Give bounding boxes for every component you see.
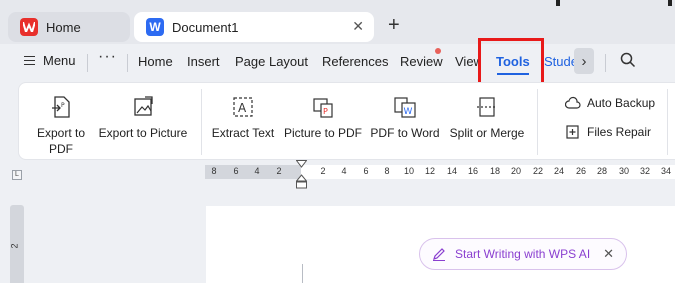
writer-logo-icon: W	[146, 18, 164, 36]
menu-button-label: Menu	[43, 53, 76, 68]
menu-item-insert[interactable]: Insert	[187, 54, 220, 69]
close-icon[interactable]: ✕	[603, 246, 614, 262]
split-merge-label: Split or Merge	[449, 126, 525, 140]
menu-item-references[interactable]: References	[322, 54, 388, 69]
ruler-tick: 6	[233, 166, 239, 176]
wps-ai-prompt[interactable]: Start Writing with WPS AI ✕	[419, 238, 627, 270]
tab-document[interactable]: W Document1 ✕	[134, 12, 374, 42]
tab-home-label: Home	[46, 19, 81, 35]
tab-bar: Home W Document1 ✕ +	[0, 0, 675, 44]
review-notification-badge	[435, 48, 441, 54]
picture-to-pdf-icon: P	[312, 95, 334, 119]
ruler-tick: 10	[403, 166, 414, 176]
ruler-tick: 14	[446, 166, 457, 176]
picture-to-pdf-label: Picture to PDF	[283, 126, 363, 140]
ruler-tick: 30	[618, 166, 629, 176]
ruler-tick: 2	[320, 166, 326, 176]
files-repair-icon	[566, 125, 579, 139]
svg-text:W: W	[404, 107, 413, 117]
menu-button[interactable]: Menu	[24, 53, 76, 68]
export-picture-label: Export to Picture	[98, 126, 188, 140]
new-tab-button[interactable]: +	[388, 14, 400, 37]
files-repair-label: Files Repair	[587, 125, 652, 139]
divider	[667, 89, 668, 155]
ruler-tick: 34	[660, 166, 671, 176]
divider	[87, 54, 88, 72]
ruler-tick: 4	[254, 166, 260, 176]
ruler-tick: 18	[489, 166, 500, 176]
ruler-tick: 4	[341, 166, 347, 176]
window-edge-mark	[668, 0, 672, 6]
split-or-merge-button[interactable]: Split or Merge	[447, 83, 527, 141]
tab-home[interactable]: Home	[8, 12, 130, 42]
split-merge-icon	[476, 95, 498, 119]
ruler-tick: 32	[639, 166, 650, 176]
extract-text-button[interactable]: A Extract Text	[211, 83, 275, 141]
ruler-tick: 2	[276, 166, 282, 176]
export-picture-icon	[132, 95, 154, 119]
divider	[201, 89, 202, 155]
more-options-icon[interactable]: ···	[98, 48, 117, 66]
vertical-ruler[interactable]: 2	[10, 205, 24, 283]
divider	[605, 54, 606, 72]
export-pdf-label-line1: Export to	[36, 126, 86, 140]
pdf-to-word-button[interactable]: W PDF to Word	[369, 83, 441, 141]
wps-ai-prompt-text: Start Writing with WPS AI	[455, 247, 591, 261]
export-to-pdf-button[interactable]: P Export to PDF	[33, 83, 89, 157]
hamburger-icon	[24, 56, 35, 65]
export-pdf-label-line2: PDF	[49, 142, 73, 156]
close-tab-icon[interactable]: ✕	[352, 18, 364, 35]
extract-text-icon: A	[232, 95, 254, 119]
pdf-to-word-label: PDF to Word	[370, 126, 440, 140]
svg-text:P: P	[61, 102, 65, 109]
indent-marker-handle[interactable]	[296, 160, 307, 190]
text-margin-guide	[302, 264, 303, 283]
menu-item-student[interactable]: Stude	[544, 54, 578, 69]
tools-ribbon: P Export to PDF Export to Picture A Extr…	[18, 82, 675, 160]
menu-scroll-right-button[interactable]: ›	[574, 48, 594, 74]
files-repair-button[interactable]: Files Repair	[565, 124, 651, 140]
ruler-tick: 28	[596, 166, 607, 176]
ruler-tick: 20	[510, 166, 521, 176]
auto-backup-button[interactable]: Auto Backup	[565, 96, 655, 110]
window-edge-mark	[556, 0, 560, 6]
cloud-backup-icon	[565, 96, 581, 109]
tab-document-label: Document1	[172, 19, 239, 35]
ruler-tick: 12	[424, 166, 435, 176]
ruler-tick: 2	[9, 243, 20, 249]
divider	[127, 54, 128, 72]
ruler-tick: 16	[467, 166, 478, 176]
ruler-tick: 8	[211, 166, 217, 176]
ruler-tick: 24	[553, 166, 564, 176]
chevron-right-icon: ›	[581, 52, 587, 70]
wps-logo-icon	[20, 18, 38, 36]
menu-item-view[interactable]: View	[455, 54, 479, 69]
extract-text-label: Extract Text	[211, 126, 275, 140]
search-icon[interactable]	[620, 52, 636, 68]
picture-to-pdf-button[interactable]: P Picture to PDF	[283, 83, 363, 141]
ruler-tick: 8	[384, 166, 390, 176]
auto-backup-label: Auto Backup	[587, 96, 656, 110]
horizontal-ruler[interactable]: 8 6 4 2 2 4 6 8 10 12 14 16 18 20 22 24 …	[205, 165, 675, 179]
ruler-tick: 6	[363, 166, 369, 176]
menu-item-review[interactable]: Review	[400, 54, 443, 69]
ruler-tick: 22	[532, 166, 543, 176]
svg-text:A: A	[238, 101, 247, 115]
tools-highlight-annotation	[478, 38, 544, 87]
ruler-tick: 26	[575, 166, 586, 176]
svg-text:P: P	[323, 107, 328, 116]
export-pdf-icon: P	[51, 95, 71, 119]
pdf-to-word-icon: W	[393, 95, 417, 119]
export-to-picture-button[interactable]: Export to Picture	[97, 83, 189, 141]
menu-item-home[interactable]: Home	[138, 54, 173, 69]
tab-stop-selector[interactable]: L	[12, 170, 22, 180]
pen-icon	[433, 248, 445, 261]
menu-item-page-layout[interactable]: Page Layout	[235, 54, 308, 69]
divider	[537, 89, 538, 155]
